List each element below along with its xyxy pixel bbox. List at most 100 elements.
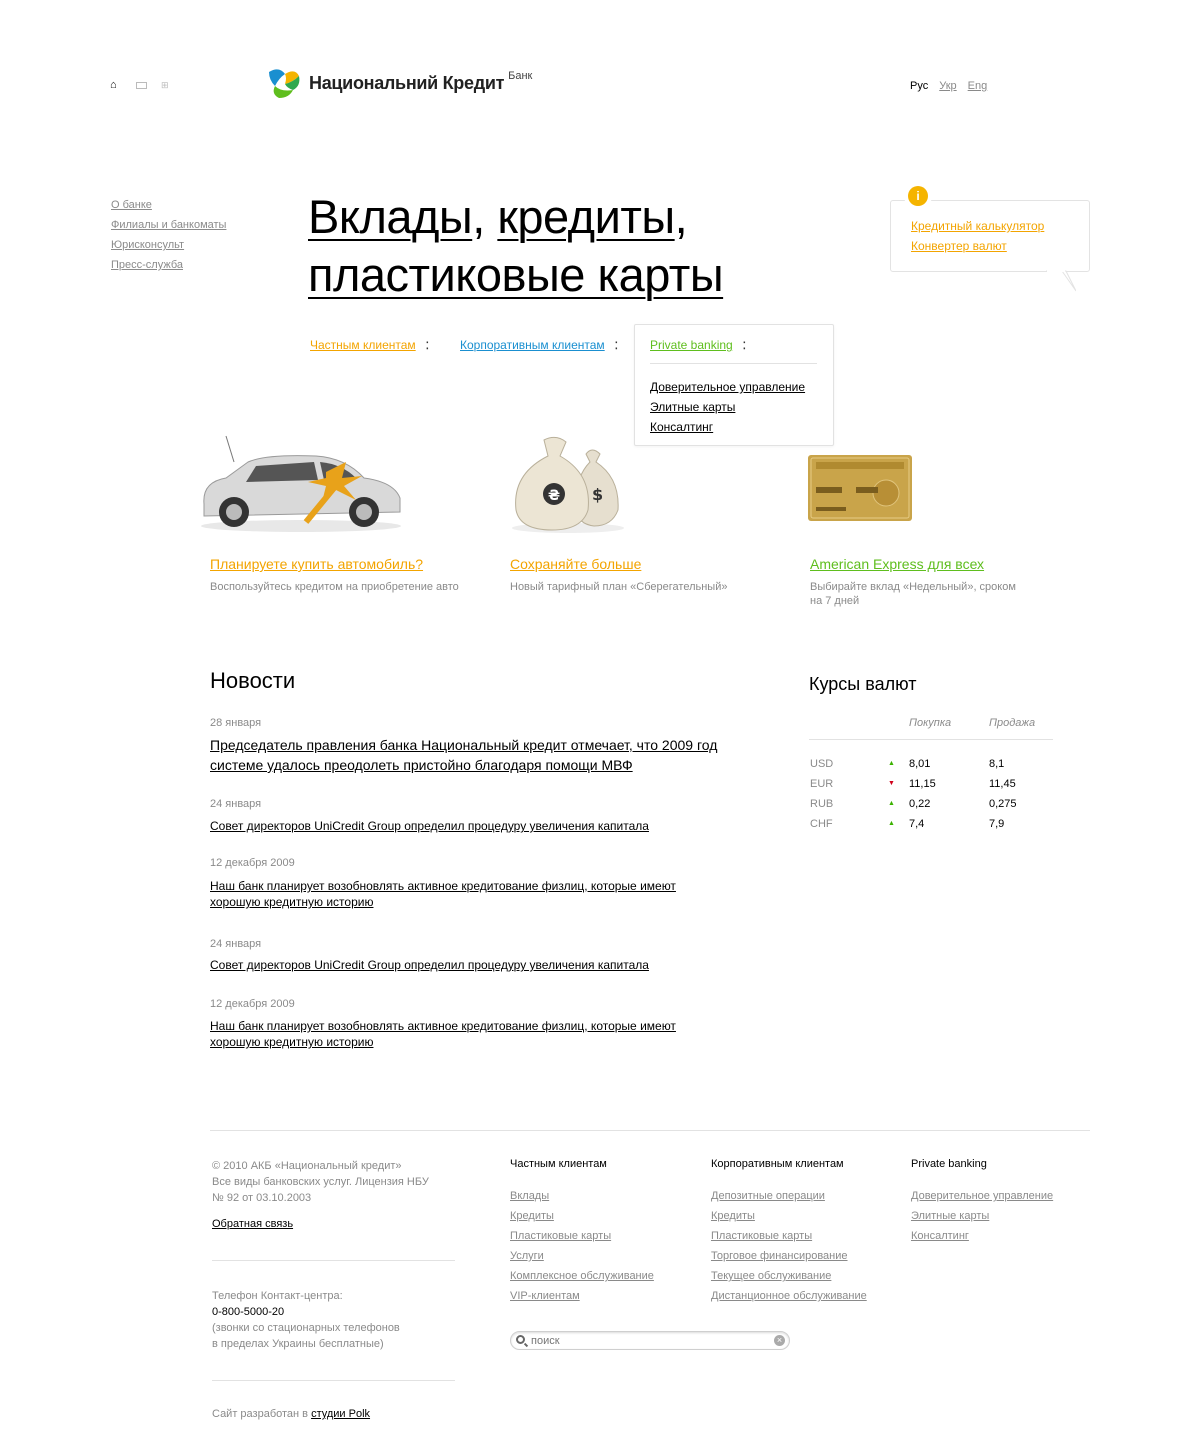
promo-card-savings: Сохраняйте больше Новый тарифный план «С… <box>510 556 760 594</box>
lang-en[interactable]: Eng <box>968 80 988 92</box>
news-link[interactable]: Наш банк планирует возобновлять активное… <box>210 1018 700 1050</box>
left-menu-item-about[interactable]: О банке <box>111 199 226 219</box>
clear-icon[interactable]: × <box>774 1335 785 1346</box>
hero-link-credits[interactable]: кредиты <box>497 190 675 243</box>
credit-calculator-link[interactable]: Кредитный калькулятор <box>911 216 1089 236</box>
currency-head-sell: Продажа <box>989 717 1036 729</box>
feedback-link[interactable]: Обратная связь <box>212 1218 293 1230</box>
hero-sep: , <box>472 190 498 243</box>
submenu-item-consulting[interactable]: Консалтинг <box>650 417 805 437</box>
hero-link-cards[interactable]: пластиковые карты <box>308 248 724 301</box>
amex-card-image[interactable] <box>808 455 914 523</box>
news-heading: Новости <box>210 668 296 693</box>
submenu-item-elite-cards[interactable]: Элитные карты <box>650 397 805 417</box>
footer-divider <box>210 1130 1090 1131</box>
search-box: × <box>510 1331 790 1350</box>
license-number: № 92 от 03.10.2003 <box>212 1192 312 1204</box>
footer-link[interactable]: Консалтинг <box>911 1226 1053 1246</box>
dropdown-dots-icon[interactable]: ⁚ <box>743 341 746 352</box>
news-date: 12 декабря 2009 <box>210 998 295 1010</box>
home-icon[interactable]: ⌂ <box>110 80 122 91</box>
currency-row: EUR ▼ 11,15 11,45 <box>810 778 1054 798</box>
promo-title[interactable]: Планируете купить автомобиль? <box>210 556 460 572</box>
promo-desc: Выбирайте вклад «Недельный», сроком на 7… <box>810 581 1016 607</box>
sitemap-icon[interactable]: ⊞ <box>161 80 173 90</box>
mail-icon[interactable] <box>136 82 147 89</box>
tab-private-clients[interactable]: Частным клиентам ⁚ <box>310 338 429 352</box>
currency-converter-link[interactable]: Конвертер валют <box>911 236 1089 256</box>
hero-link-deposits[interactable]: Вклады <box>308 190 473 243</box>
search-icon[interactable] <box>516 1335 525 1344</box>
footer-link[interactable]: Торговое финансирование <box>711 1246 867 1266</box>
svg-text:$: $ <box>592 485 603 504</box>
promo-card-car: Планируете купить автомобиль? Воспользуй… <box>210 556 460 594</box>
tab-corporate-clients-label[interactable]: Корпоративным клиентам <box>460 338 605 352</box>
news-link[interactable]: Председатель правления банка Национальны… <box>210 735 720 775</box>
footer-link[interactable]: VIP-клиентам <box>510 1286 654 1306</box>
info-box-tail <box>1046 270 1076 292</box>
currency-divider <box>809 739 1053 740</box>
left-menu-item-press[interactable]: Пресс-служба <box>111 259 226 279</box>
promo-title[interactable]: American Express для всех <box>810 556 1030 572</box>
footer-link[interactable]: Кредиты <box>711 1206 867 1226</box>
footer-link[interactable]: Доверительное управление <box>911 1186 1053 1206</box>
currency-code: CHF <box>810 818 833 830</box>
footer-column-corporate: Корпоративным клиентам Депозитные операц… <box>711 1158 867 1306</box>
footer-link[interactable]: Услуги <box>510 1246 654 1266</box>
footer-link[interactable]: Элитные карты <box>911 1206 1053 1226</box>
dropdown-dots-icon[interactable]: ⁚ <box>426 341 429 352</box>
currency-code: RUB <box>810 798 834 810</box>
currency-code: USD <box>810 758 834 770</box>
tab-private-banking[interactable]: Private banking ⁚ <box>650 338 746 352</box>
currency-sell: 8,1 <box>989 758 1005 770</box>
phone-note: в пределах Украины бесплатные) <box>212 1338 384 1350</box>
phone-label: Телефон Контакт-центра: <box>212 1290 343 1302</box>
news-date: 24 января <box>210 938 262 950</box>
footer-column-title[interactable]: Корпоративным клиентам <box>711 1158 867 1170</box>
currency-buy: 0,22 <box>909 798 931 810</box>
left-menu-item-legal[interactable]: Юрисконсульт <box>111 239 226 259</box>
news-date: 12 декабря 2009 <box>210 857 295 869</box>
logo[interactable]: Национальний Кредит Банк <box>265 64 532 102</box>
dropdown-dots-icon[interactable]: ⁚ <box>615 341 618 352</box>
footer-column-private-banking: Private banking Доверительное управление… <box>911 1158 1053 1246</box>
footer-link[interactable]: Комплексное обслуживание <box>510 1266 654 1286</box>
currency-buy: 8,01 <box>909 758 931 770</box>
hero-title: Вклады, кредиты, пластиковые карты <box>308 188 724 304</box>
promo-card-amex: American Express для всех Выбирайте вкла… <box>810 556 1030 608</box>
left-menu-item-branches[interactable]: Филиалы и банкоматы <box>111 219 226 239</box>
currency-head-buy: Покупка <box>909 717 952 729</box>
footer-left-divider <box>212 1260 455 1261</box>
currency-heading: Курсы валют <box>809 674 917 694</box>
tab-corporate-clients[interactable]: Корпоративным клиентам ⁚ <box>460 338 618 352</box>
news-link[interactable]: Совет директоров UniCredit Group определ… <box>210 818 720 834</box>
search-input[interactable] <box>531 1333 771 1348</box>
car-image[interactable] <box>196 432 406 534</box>
trend-up-icon: ▲ <box>888 800 895 807</box>
footer-link[interactable]: Вклады <box>510 1186 654 1206</box>
promo-title[interactable]: Сохраняйте больше <box>510 556 760 572</box>
submenu-item-trust[interactable]: Доверительное управление <box>650 377 805 397</box>
tab-private-banking-label[interactable]: Private banking <box>650 338 733 352</box>
news-link[interactable]: Совет директоров UniCredit Group определ… <box>210 957 720 973</box>
footer-column-title[interactable]: Частным клиентам <box>510 1158 654 1170</box>
news-link[interactable]: Наш банк планирует возобновлять активное… <box>210 878 700 910</box>
private-banking-submenu: Доверительное управление Элитные карты К… <box>650 377 805 437</box>
tab-private-clients-label[interactable]: Частным клиентам <box>310 338 416 352</box>
money-bags-image[interactable]: $ ₴ <box>508 434 628 534</box>
studio-link[interactable]: студии Polk <box>311 1408 370 1420</box>
footer-link[interactable]: Дистанционное обслуживание <box>711 1286 867 1306</box>
footer-link[interactable]: Пластиковые карты <box>711 1226 867 1246</box>
footer-link[interactable]: Пластиковые карты <box>510 1226 654 1246</box>
hero-sep: , <box>674 190 688 243</box>
phone-note: (звонки со стационарных телефонов <box>212 1322 400 1334</box>
lang-ru[interactable]: Рус <box>910 80 928 92</box>
footer-column-title[interactable]: Private banking <box>911 1158 1053 1170</box>
footer-link[interactable]: Депозитные операции <box>711 1186 867 1206</box>
footer-link[interactable]: Кредиты <box>510 1206 654 1226</box>
promo-desc: Воспользуйтесь кредитом на приобретение … <box>210 581 459 593</box>
studio-credits: Сайт разработан в студии Polk <box>212 1408 370 1420</box>
footer-link[interactable]: Текущее обслуживание <box>711 1266 867 1286</box>
promo-desc: Новый тарифный план «Сберегательный» <box>510 581 728 593</box>
lang-ua[interactable]: Укр <box>939 80 956 92</box>
